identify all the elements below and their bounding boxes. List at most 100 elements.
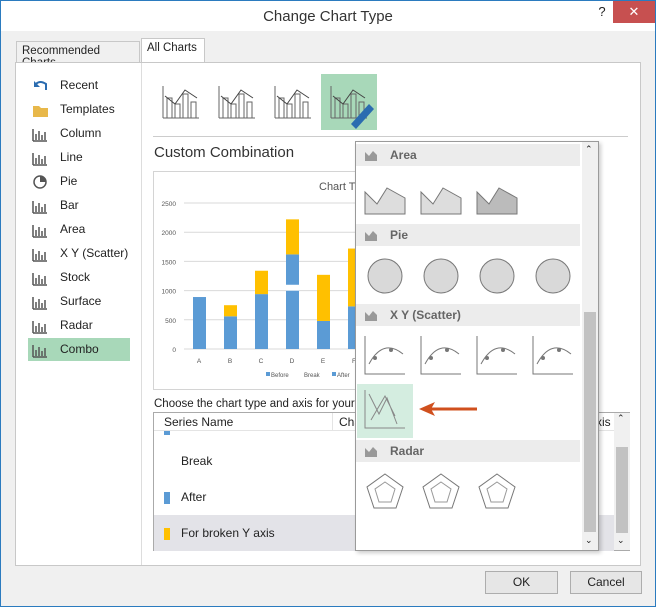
y-tick-label: 500 xyxy=(165,318,176,325)
x-tick-label: D xyxy=(290,358,295,365)
sidebar-item-column[interactable]: Column xyxy=(28,122,130,145)
group-label: X Y (Scatter) xyxy=(390,308,461,322)
group-label: Radar xyxy=(390,444,425,458)
scatter-smooth-markers-icon[interactable] xyxy=(419,334,463,378)
chart-preview: Chart Ti 0 500 1000 1500 2000 2500 A B C D E F Before… xyxy=(153,171,363,390)
bar-for-broken-y-axis xyxy=(317,274,330,321)
y-tick-label: 0 xyxy=(172,347,176,354)
x-tick-label: B xyxy=(228,358,232,365)
line-chart-icon xyxy=(32,153,47,166)
legend-swatch xyxy=(266,372,270,376)
column-chart-icon xyxy=(32,129,47,142)
scatter-smooth-lines-icon[interactable] xyxy=(475,334,519,378)
cancel-button[interactable]: Cancel xyxy=(570,571,642,594)
sidebar-item-templates[interactable]: Templates xyxy=(28,98,130,121)
change-chart-type-dialog: Change Chart Type ? ✕ Recommended Charts… xyxy=(0,0,656,607)
tab-recommended-charts[interactable]: Recommended Charts xyxy=(16,41,140,69)
stacked-area-icon[interactable] xyxy=(419,174,463,218)
sidebar-item-label: Pie xyxy=(60,174,78,188)
clustered-column-line-secondary-icon[interactable] xyxy=(209,74,265,130)
header-series-name: Series Name xyxy=(164,415,234,429)
legend-swatch xyxy=(299,372,303,376)
sidebar-divider xyxy=(141,63,142,565)
bar-before xyxy=(286,290,299,349)
scroll-down-icon[interactable]: ⌄ xyxy=(617,535,625,546)
sidebar-item-label: Bar xyxy=(60,198,79,212)
y-tick-label: 1500 xyxy=(162,259,177,266)
100-area-icon[interactable] xyxy=(475,174,519,218)
clustered-column-line-icon[interactable] xyxy=(153,74,209,130)
bar-chart-icon xyxy=(32,201,47,214)
pie-chart-icon xyxy=(33,175,47,189)
undo-icon xyxy=(34,81,47,90)
sidebar-item-line[interactable]: Line xyxy=(28,146,130,169)
sidebar-item-radar[interactable]: Radar xyxy=(28,314,130,337)
y-tick-label: 1000 xyxy=(162,289,177,296)
dropdown-group-x-y-scatter-: X Y (Scatter) xyxy=(356,304,580,326)
scatter-chart-icon xyxy=(32,249,47,262)
y-tick-label: 2000 xyxy=(162,230,177,237)
scatter-straight-markers-icon[interactable] xyxy=(531,334,575,378)
sidebar-item-stock[interactable]: Stock xyxy=(28,266,130,289)
scatter-icon xyxy=(365,311,377,321)
series-swatch xyxy=(164,528,170,540)
area-icon[interactable] xyxy=(363,174,407,218)
dropdown-group-area: Area xyxy=(356,144,580,166)
scatter-icon[interactable] xyxy=(363,334,407,378)
divider xyxy=(153,136,628,137)
sidebar-item-area[interactable]: Area xyxy=(28,218,130,241)
filled-radar-icon[interactable] xyxy=(475,470,519,514)
sidebar-item-surface[interactable]: Surface xyxy=(28,290,130,313)
scroll-up-icon[interactable]: ⌃ xyxy=(585,144,593,155)
stacked-area-column-icon[interactable] xyxy=(265,74,321,130)
close-button[interactable]: ✕ xyxy=(613,1,655,23)
sidebar-item-x-y-scatter-[interactable]: X Y (Scatter) xyxy=(28,242,130,265)
sidebar-item-bar[interactable]: Bar xyxy=(28,194,130,217)
series-swatch xyxy=(164,431,170,435)
dialog-title: Change Chart Type xyxy=(263,8,393,25)
scroll-down-icon[interactable]: ⌄ xyxy=(585,535,593,546)
bar-break xyxy=(286,284,299,291)
radar-icon[interactable] xyxy=(363,470,407,514)
ok-button[interactable]: OK xyxy=(485,571,558,594)
doughnut-icon[interactable] xyxy=(531,254,575,298)
chart-svg: Chart Ti05001000150020002500A B C D E FBefore… xyxy=(162,181,362,379)
custom-combination-icon[interactable] xyxy=(321,74,377,130)
bar-for-broken-y-axis xyxy=(224,305,237,317)
arrow-icon xyxy=(419,402,477,416)
pie-of-pie-icon[interactable] xyxy=(419,254,463,298)
choose-label: Choose the chart type and axis for your xyxy=(154,398,355,410)
pie-icon xyxy=(365,231,377,241)
bar-before xyxy=(224,316,237,349)
legend-label: After xyxy=(337,373,350,379)
sidebar-item-label: Surface xyxy=(60,294,102,308)
series-name: For broken Y axis xyxy=(181,526,275,540)
sidebar-item-pie[interactable]: Pie xyxy=(28,170,130,193)
series-name: After xyxy=(181,490,207,504)
dropdown-scrollbar[interactable]: ⌃ ⌄ xyxy=(582,142,598,550)
sidebar-item-label: Templates xyxy=(60,102,115,116)
tab-all-charts[interactable]: All Charts xyxy=(141,38,205,63)
x-tick-label: C xyxy=(259,358,264,365)
group-label: Area xyxy=(390,148,417,162)
legend-label: Break xyxy=(304,373,321,379)
stock-chart-icon xyxy=(32,273,47,286)
scrollbar-thumb[interactable] xyxy=(616,447,628,533)
area-chart-icon xyxy=(32,225,47,238)
folder-icon xyxy=(33,106,48,117)
bar-of-pie-icon[interactable] xyxy=(475,254,519,298)
scroll-up-icon[interactable]: ⌃ xyxy=(617,413,625,424)
bar-for-broken-y-axis xyxy=(286,219,299,255)
chart-type-dropdown: Area Pie X Y (Scatter) Radar ⌃ ⌄ xyxy=(355,141,599,551)
table-scrollbar[interactable]: ⌃ ⌄ xyxy=(614,413,630,550)
pie-icon[interactable] xyxy=(363,254,407,298)
scrollbar-thumb[interactable] xyxy=(584,312,596,532)
sidebar-item-combo[interactable]: Combo xyxy=(28,338,130,361)
radar-markers-icon[interactable] xyxy=(419,470,463,514)
bar-after xyxy=(286,254,299,285)
sidebar-item-label: Stock xyxy=(60,270,91,284)
radar-chart-icon xyxy=(32,321,47,334)
dropdown-group-pie: Pie xyxy=(356,224,580,246)
sidebar-item-recent[interactable]: Recent xyxy=(28,74,130,97)
scatter-straight-lines-icon[interactable] xyxy=(357,384,413,438)
